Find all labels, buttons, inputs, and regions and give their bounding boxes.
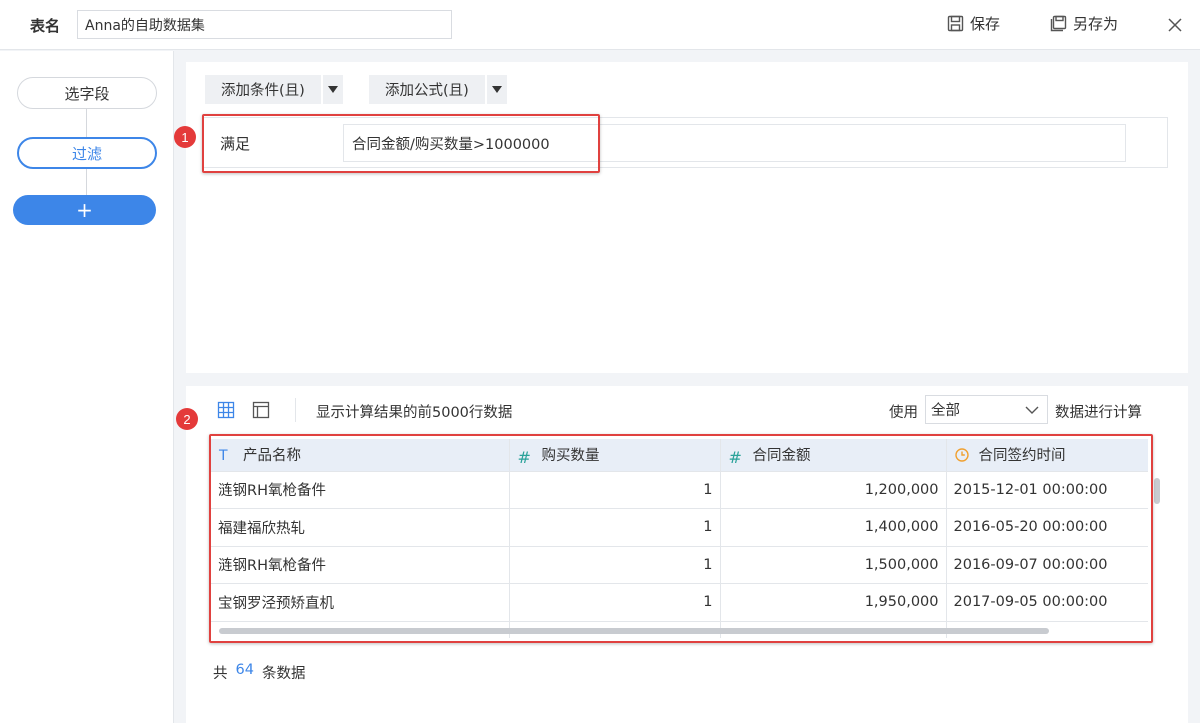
save-label: 保存	[970, 15, 1001, 33]
table-cell: 1,400,000	[720, 508, 947, 547]
number-type-icon: #	[728, 447, 742, 467]
table-cell: 1	[509, 508, 721, 547]
table-cell: 涟钢RH氧枪备件	[211, 471, 510, 509]
table-cell: 1,950,000	[720, 583, 947, 622]
annotation-badge-2: 2	[176, 408, 198, 430]
filter-panel: 添加条件(且) 添加公式(且) 满足	[186, 62, 1188, 373]
preview-table: T 产品名称 # 购买数量 # 合同金额 合同签约时间 涟钢RH氧枪备件 1 1,20…	[211, 439, 1148, 638]
table-cell: 2016-05-20 00:00:00	[946, 508, 1148, 547]
row-count: 共 64 条数据	[213, 662, 305, 683]
column-header-label: 购买数量	[541, 448, 600, 465]
column-header-label: 合同金额	[752, 448, 811, 465]
table-cell: 涟钢RH氧枪备件	[211, 546, 510, 584]
table-cell: 福建福欣热轧	[211, 508, 510, 547]
table-cell: 1,200,000	[720, 471, 947, 509]
add-condition-button[interactable]: 添加条件(且)	[205, 75, 343, 104]
add-step-button[interactable]: +	[13, 195, 156, 225]
table-row: 涟钢RH氧枪备件 1 1,500,000 2016-09-07 00:00:00	[211, 546, 1148, 584]
save-icon	[947, 15, 964, 32]
step-filter[interactable]: 过滤	[17, 137, 157, 169]
calc-label: 数据进行计算	[1055, 405, 1142, 421]
condition-label: 满足	[220, 135, 251, 153]
row-count-value: 64	[235, 662, 254, 678]
table-name-label: 表名	[30, 17, 61, 35]
horizontal-scrollbar[interactable]	[219, 628, 1049, 634]
condition-row: 满足	[203, 117, 1168, 168]
use-label: 使用	[889, 405, 918, 421]
number-type-icon: #	[517, 447, 531, 467]
step-connector	[86, 169, 87, 195]
clock-type-icon	[954, 448, 969, 462]
save-as-button[interactable]: 另存为	[1050, 13, 1118, 34]
add-formula-button[interactable]: 添加公式(且)	[369, 75, 507, 104]
table-cell: 2015-12-01 00:00:00	[946, 471, 1148, 509]
table-cell: 2016-09-07 00:00:00	[946, 546, 1148, 584]
vertical-scrollbar[interactable]	[1154, 478, 1160, 504]
divider	[295, 398, 296, 422]
column-header-label: 产品名称	[243, 448, 301, 465]
scope-select[interactable]: 全部	[925, 395, 1048, 424]
table-row: 涟钢RH氧枪备件 1 1,200,000 2015-12-01 00:00:00	[211, 471, 1148, 509]
table-cell: 2017-09-05 00:00:00	[946, 583, 1148, 622]
save-as-label: 另存为	[1073, 15, 1119, 33]
table-cell: 1	[509, 546, 721, 584]
step-connector	[86, 109, 87, 137]
table-header-row: T 产品名称 # 购买数量 # 合同金额 合同签约时间	[211, 439, 1148, 472]
table-cell: 1,500,000	[720, 546, 947, 584]
chevron-down-icon	[1025, 406, 1039, 414]
column-header[interactable]: T 产品名称	[211, 439, 510, 472]
scope-value: 全部	[931, 403, 960, 419]
column-header[interactable]: # 购买数量	[509, 439, 721, 472]
step-select-fields[interactable]: 选字段	[17, 77, 157, 109]
text-type-icon: T	[219, 447, 228, 464]
caret-down-icon[interactable]	[321, 75, 343, 104]
add-condition-label: 添加条件(且)	[221, 83, 305, 99]
steps-panel: 选字段 过滤 +	[0, 51, 174, 723]
column-header[interactable]: 合同签约时间	[946, 439, 1148, 472]
preview-description: 显示计算结果的前5000行数据	[316, 405, 513, 421]
annotation-badge-1: 1	[174, 126, 196, 148]
condition-formula-input[interactable]	[343, 124, 1126, 162]
preview-panel: 显示计算结果的前5000行数据 使用 全部 数据进行计算 T 产品名称 # 购买数量…	[186, 386, 1188, 723]
save-as-icon	[1050, 15, 1067, 32]
top-bar: 表名 保存 另存为	[0, 0, 1200, 50]
caret-down-icon[interactable]	[485, 75, 507, 104]
grid-view-icon[interactable]	[217, 401, 235, 419]
add-formula-label: 添加公式(且)	[385, 83, 469, 99]
row-count-suffix: 条数据	[261, 666, 306, 682]
table-row: 宝钢罗泾预矫直机 1 1,950,000 2017-09-05 00:00:00	[211, 583, 1148, 622]
table-cell: 1	[509, 583, 721, 622]
table-cell: 1	[509, 471, 721, 509]
table-row: 福建福欣热轧 1 1,400,000 2016-05-20 00:00:00	[211, 508, 1148, 547]
column-header[interactable]: # 合同金额	[720, 439, 947, 472]
close-icon[interactable]	[1166, 16, 1184, 34]
table-view-icon[interactable]	[252, 401, 270, 419]
row-count-prefix: 共	[213, 666, 228, 682]
column-header-label: 合同签约时间	[978, 448, 1066, 465]
table-cell: 宝钢罗泾预矫直机	[211, 583, 510, 622]
save-button[interactable]: 保存	[947, 13, 1000, 34]
table-name-input[interactable]	[77, 10, 452, 39]
